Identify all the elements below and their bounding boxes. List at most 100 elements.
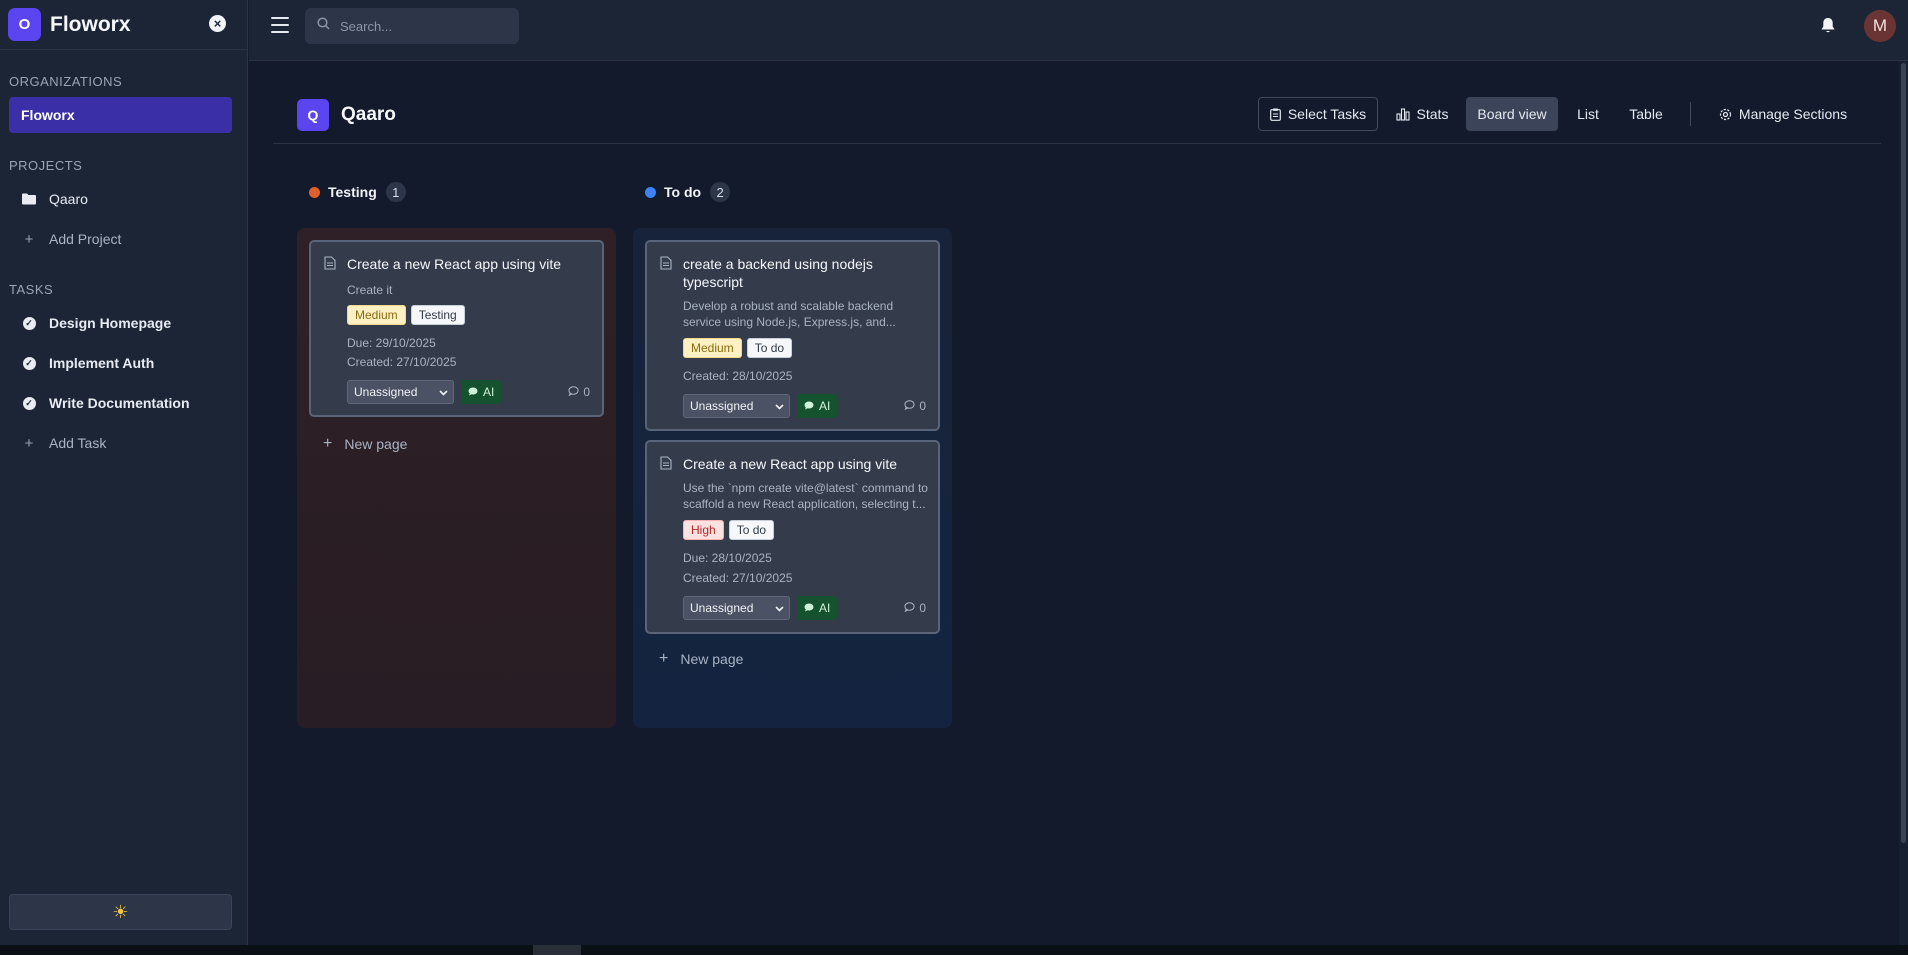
chevron-down-icon: [775, 601, 784, 615]
sidebar-item-label: Design Homepage: [49, 315, 172, 331]
ai-button[interactable]: AI: [797, 596, 838, 620]
column-testing: Create a new React app using vite Create…: [297, 228, 616, 728]
sidebar-item-label: Write Documentation: [49, 395, 190, 411]
comment-icon: [904, 601, 915, 615]
page-title: Qaaro: [341, 104, 396, 125]
check-circle-icon: ✓: [22, 356, 36, 370]
chat-icon: [804, 399, 814, 413]
new-page-button[interactable]: + New page: [323, 435, 407, 453]
comment-count-value: 0: [919, 601, 926, 615]
sidebar-item-label: Implement Auth: [49, 355, 155, 371]
card-title[interactable]: Create a new React app using vite: [683, 455, 928, 473]
sidebar-item-task-write-documentation[interactable]: ✓ Write Documentation: [22, 391, 190, 415]
search-icon: [317, 17, 330, 35]
chevron-down-icon: [439, 385, 448, 399]
comment-count[interactable]: 0: [904, 399, 926, 413]
manage-sections-label: Manage Sections: [1738, 106, 1848, 122]
created-date: Created: 28/10/2025: [683, 369, 793, 383]
comment-icon: [904, 399, 915, 413]
new-page-label: New page: [344, 436, 408, 452]
document-icon: [324, 256, 336, 275]
plus-icon: +: [24, 434, 34, 452]
new-page-label: New page: [680, 651, 744, 667]
comment-count[interactable]: 0: [568, 385, 590, 399]
card-title[interactable]: Create a new React app using vite: [347, 255, 592, 273]
card-description: Create it: [347, 283, 393, 297]
due-date: Due: 28/10/2025: [683, 551, 772, 565]
assignee-select[interactable]: Unassigned: [683, 596, 790, 620]
assignee-select[interactable]: Unassigned: [347, 380, 454, 404]
comment-icon: [568, 385, 579, 399]
close-sidebar-icon[interactable]: ×: [209, 15, 226, 32]
document-icon: [660, 256, 672, 275]
project-icon: Q: [297, 99, 329, 131]
add-project-button[interactable]: + Add Project: [22, 227, 122, 251]
bell-icon[interactable]: [1820, 17, 1836, 39]
card-title[interactable]: create a backend using nodejs typescript: [683, 255, 928, 291]
theme-toggle-button[interactable]: ☀: [9, 894, 232, 930]
folder-icon: [22, 192, 36, 206]
due-date: Due: 29/10/2025: [347, 336, 436, 350]
brand-logo[interactable]: O: [8, 8, 41, 41]
card-description: Use the `npm create vite@latest` command…: [683, 481, 928, 511]
priority-badge: Medium: [683, 338, 742, 358]
stats-label: Stats: [1416, 106, 1449, 122]
search-input[interactable]: [340, 18, 510, 34]
sidebar-item-label: Qaaro: [49, 191, 88, 207]
priority-badge: Medium: [347, 305, 406, 325]
tab-board-view[interactable]: Board view: [1466, 97, 1558, 131]
search-box[interactable]: [305, 8, 519, 44]
check-circle-icon: ✓: [22, 316, 36, 330]
sidebar: O Floworx × ORGANIZATIONS Floworx PROJEC…: [0, 0, 248, 945]
sidebar-item-project-qaaro[interactable]: Qaaro: [22, 187, 88, 211]
plus-icon: +: [24, 230, 34, 248]
tasks-heading: TASKS: [9, 282, 54, 297]
assignee-value: Unassigned: [354, 385, 418, 399]
status-badge: Testing: [410, 305, 465, 325]
task-card[interactable]: create a backend using nodejs typescript…: [645, 240, 940, 431]
comment-count-value: 0: [919, 399, 926, 413]
menu-icon[interactable]: [271, 17, 289, 33]
sidebar-item-task-design-homepage[interactable]: ✓ Design Homepage: [22, 311, 171, 335]
stats-button[interactable]: Stats: [1390, 97, 1454, 131]
page-scrollbar[interactable]: [1899, 61, 1908, 945]
ai-label: AI: [483, 385, 495, 399]
bar-chart-icon: [1395, 107, 1410, 121]
column-title: To do: [664, 184, 702, 200]
task-card[interactable]: Create a new React app using vite Create…: [309, 240, 604, 417]
sidebar-item-org-floworx[interactable]: Floworx: [9, 97, 232, 133]
status-badge: To do: [728, 520, 775, 540]
plus-icon: +: [323, 435, 333, 452]
column-count-badge: 2: [710, 182, 731, 202]
comment-count-value: 0: [583, 385, 590, 399]
os-taskbar: [0, 945, 1908, 955]
tab-list[interactable]: List: [1568, 97, 1608, 131]
card-description: Develop a robust and scalable backend se…: [683, 299, 896, 329]
user-avatar[interactable]: M: [1864, 10, 1896, 42]
projects-heading: PROJECTS: [9, 158, 83, 173]
ai-label: AI: [819, 601, 831, 615]
column-count-badge: 1: [385, 182, 406, 202]
assignee-select[interactable]: Unassigned: [683, 394, 790, 418]
add-task-button[interactable]: + Add Task: [22, 431, 107, 455]
ai-button[interactable]: AI: [461, 380, 502, 404]
gear-icon: [1719, 108, 1732, 121]
status-dot: [645, 186, 656, 198]
sidebar-item-task-implement-auth[interactable]: ✓ Implement Auth: [22, 351, 154, 375]
select-tasks-button[interactable]: Select Tasks: [1258, 97, 1378, 131]
manage-sections-button[interactable]: Manage Sections: [1710, 97, 1856, 131]
column-header-todo: To do 2: [645, 182, 731, 202]
ai-button[interactable]: AI: [797, 394, 838, 418]
chevron-down-icon: [775, 399, 784, 413]
ai-label: AI: [819, 399, 831, 413]
tab-table[interactable]: Table: [1618, 97, 1674, 131]
column-title: Testing: [328, 184, 377, 200]
taskbar-active-app[interactable]: [533, 945, 581, 955]
comment-count[interactable]: 0: [904, 601, 926, 615]
chat-icon: [468, 385, 478, 399]
new-page-button[interactable]: + New page: [659, 650, 743, 668]
document-icon: [660, 456, 672, 475]
task-card[interactable]: Create a new React app using vite Use th…: [645, 440, 940, 634]
add-project-label: Add Project: [49, 231, 122, 247]
assignee-value: Unassigned: [690, 399, 754, 413]
